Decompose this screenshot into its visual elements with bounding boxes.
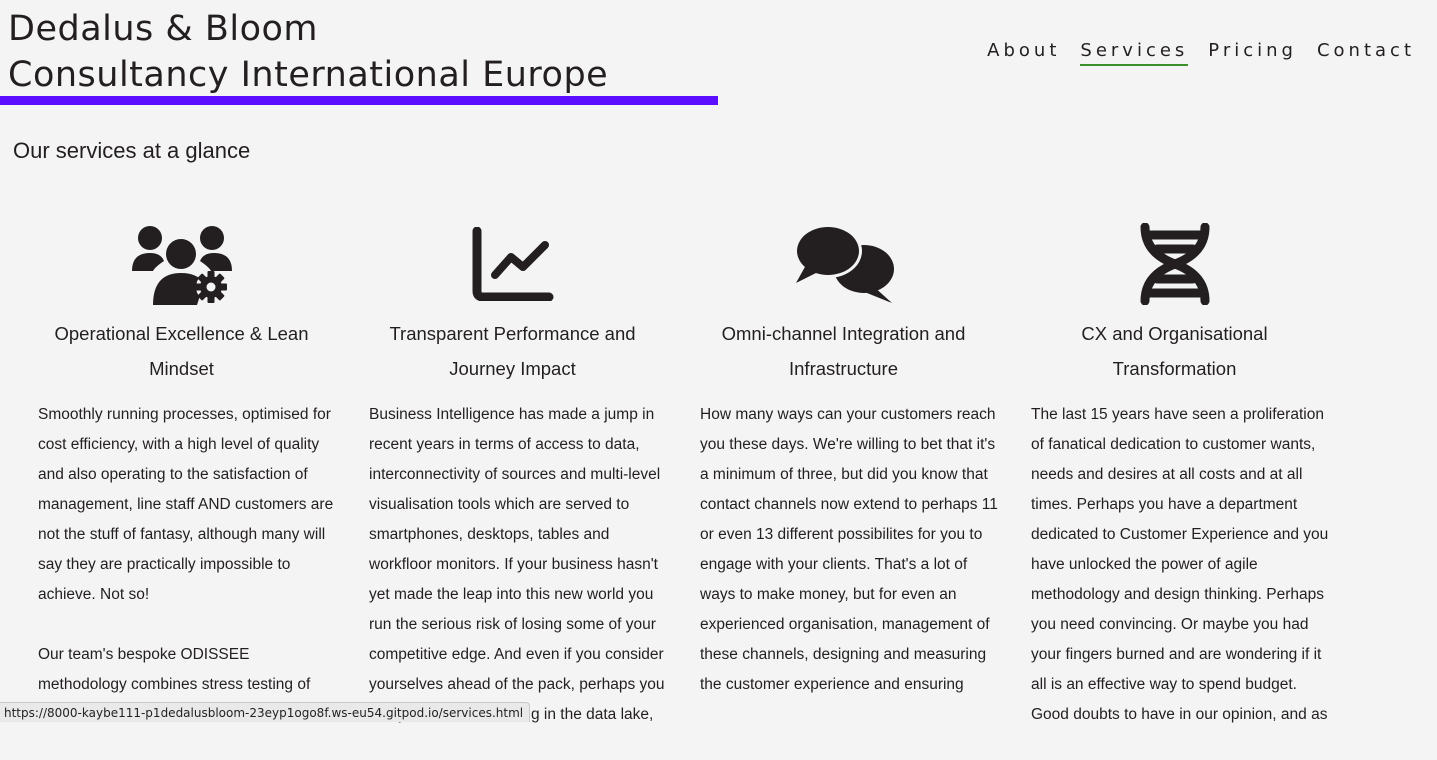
service-paragraph: Smoothly running processes, optimised fo…	[38, 406, 334, 603]
service-title: Transparent Performance and Journey Impa…	[389, 323, 636, 379]
nav-about[interactable]: About	[987, 40, 1060, 66]
dna-icon	[1009, 222, 1340, 306]
nav-contact[interactable]: Contact	[1317, 40, 1415, 66]
service-card-performance: Transparent Performance and Journey Impa…	[347, 222, 678, 760]
service-card-cx-transformation: CX and Organisational Transformation The…	[1009, 222, 1340, 760]
service-paragraph: The last 15 years have seen a proliferat…	[1031, 406, 1329, 723]
users-gear-icon	[16, 222, 347, 306]
brand-line-1: Dedalus & Bloom	[8, 9, 318, 49]
service-description: Smoothly running processes, optimised fo…	[16, 400, 338, 700]
comments-icon	[678, 222, 1009, 306]
brand-line-2: Consultancy International Europe	[8, 55, 609, 95]
site-title[interactable]: Dedalus & Bloom Consultancy Internationa…	[8, 6, 608, 98]
chart-line-icon	[347, 222, 678, 306]
service-description: Business Intelligence has made a jump in…	[347, 400, 669, 730]
service-card-operational-excellence: Operational Excellence & Lean Mindset Sm…	[16, 222, 347, 760]
main-nav: About Services Pricing Contact	[987, 40, 1415, 66]
title-accent-bar	[0, 96, 718, 105]
link-status-bar: https://8000-kaybe111-p1dedalusbloom-23e…	[0, 702, 531, 722]
service-title: CX and Organisational Transformation	[1081, 323, 1268, 379]
services-grid: Operational Excellence & Lean Mindset Sm…	[16, 222, 1340, 760]
service-paragraph: How many ways can your customers reach y…	[700, 406, 998, 693]
nav-services[interactable]: Services	[1080, 40, 1189, 66]
service-card-omnichannel: Omni-channel Integration and Infrastruct…	[678, 222, 1009, 760]
page-title: Our services at a glance	[13, 138, 251, 163]
service-description: How many ways can your customers reach y…	[678, 400, 1000, 700]
service-paragraph: Business Intelligence has made a jump in…	[369, 406, 665, 723]
nav-pricing[interactable]: Pricing	[1208, 40, 1297, 66]
service-title: Omni-channel Integration and Infrastruct…	[721, 323, 966, 379]
service-description: The last 15 years have seen a proliferat…	[1009, 400, 1331, 730]
service-title: Operational Excellence & Lean Mindset	[54, 323, 309, 379]
service-paragraph: Our team's bespoke ODISSEE methodology c…	[38, 646, 311, 693]
